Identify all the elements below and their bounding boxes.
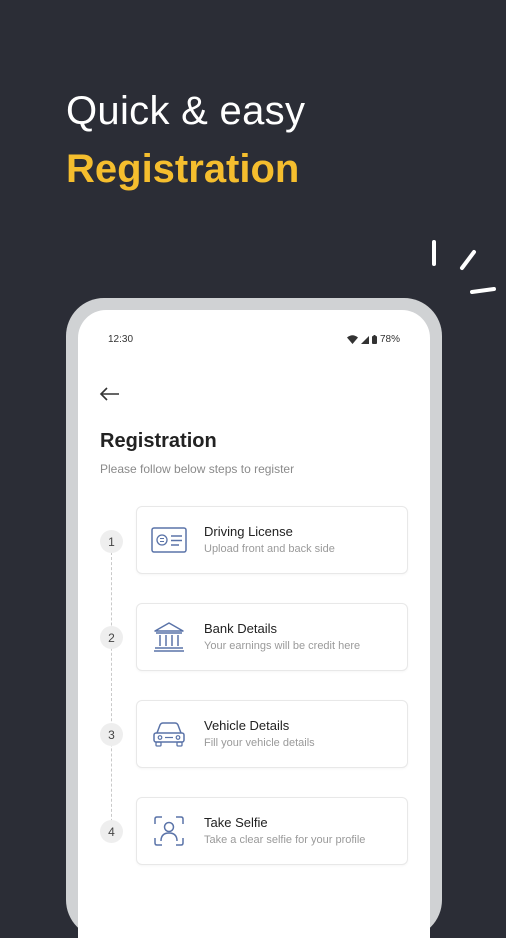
step-number: 2 <box>100 626 123 649</box>
status-time: 12:30 <box>108 334 134 345</box>
phone-mockup: 12:30 78% Registration Please follow bel… <box>66 298 442 938</box>
step-card-vehicle-details[interactable]: Vehicle Details Fill your vehicle detail… <box>136 700 408 768</box>
hero-line-2: Registration <box>66 147 300 191</box>
back-arrow-icon[interactable] <box>98 384 122 404</box>
wifi-icon <box>346 335 358 344</box>
step-number: 4 <box>100 820 123 843</box>
signal-icon <box>360 335 369 344</box>
sparkle-icon <box>432 240 496 294</box>
car-icon <box>153 722 185 747</box>
step-card-driving-license[interactable]: Driving License Upload front and back si… <box>136 506 408 574</box>
step-card-bank-details[interactable]: Bank Details Your earnings will be credi… <box>136 603 408 671</box>
steps-timeline <box>111 552 112 832</box>
step-title: Bank Details <box>204 621 277 636</box>
page-subtitle: Please follow below steps to register <box>100 462 295 476</box>
status-bar: 12:30 78% <box>108 334 400 348</box>
hero-headline: Quick & easy Registration <box>66 86 305 194</box>
page-title: Registration <box>100 430 217 452</box>
hero-line-1: Quick & easy <box>66 89 306 133</box>
battery-level: 78% <box>379 334 400 345</box>
step-subtitle: Your earnings will be credit here <box>204 640 361 652</box>
step-subtitle: Upload front and back side <box>204 543 335 555</box>
step-number: 1 <box>100 530 123 553</box>
step-title: Take Selfie <box>204 815 268 830</box>
step-title: Driving License <box>204 524 293 539</box>
battery-icon <box>371 335 377 344</box>
selfie-icon <box>154 816 184 846</box>
phone-screen: 12:30 78% Registration Please follow bel… <box>78 310 430 938</box>
step-subtitle: Fill your vehicle details <box>204 737 315 749</box>
step-subtitle: Take a clear selfie for your profile <box>204 834 366 846</box>
step-title: Vehicle Details <box>204 718 290 733</box>
id-card-icon <box>151 527 187 553</box>
bank-icon <box>154 622 184 652</box>
status-indicators: 78% <box>346 334 400 345</box>
step-card-take-selfie[interactable]: Take Selfie Take a clear selfie for your… <box>136 797 408 865</box>
step-number: 3 <box>100 723 123 746</box>
